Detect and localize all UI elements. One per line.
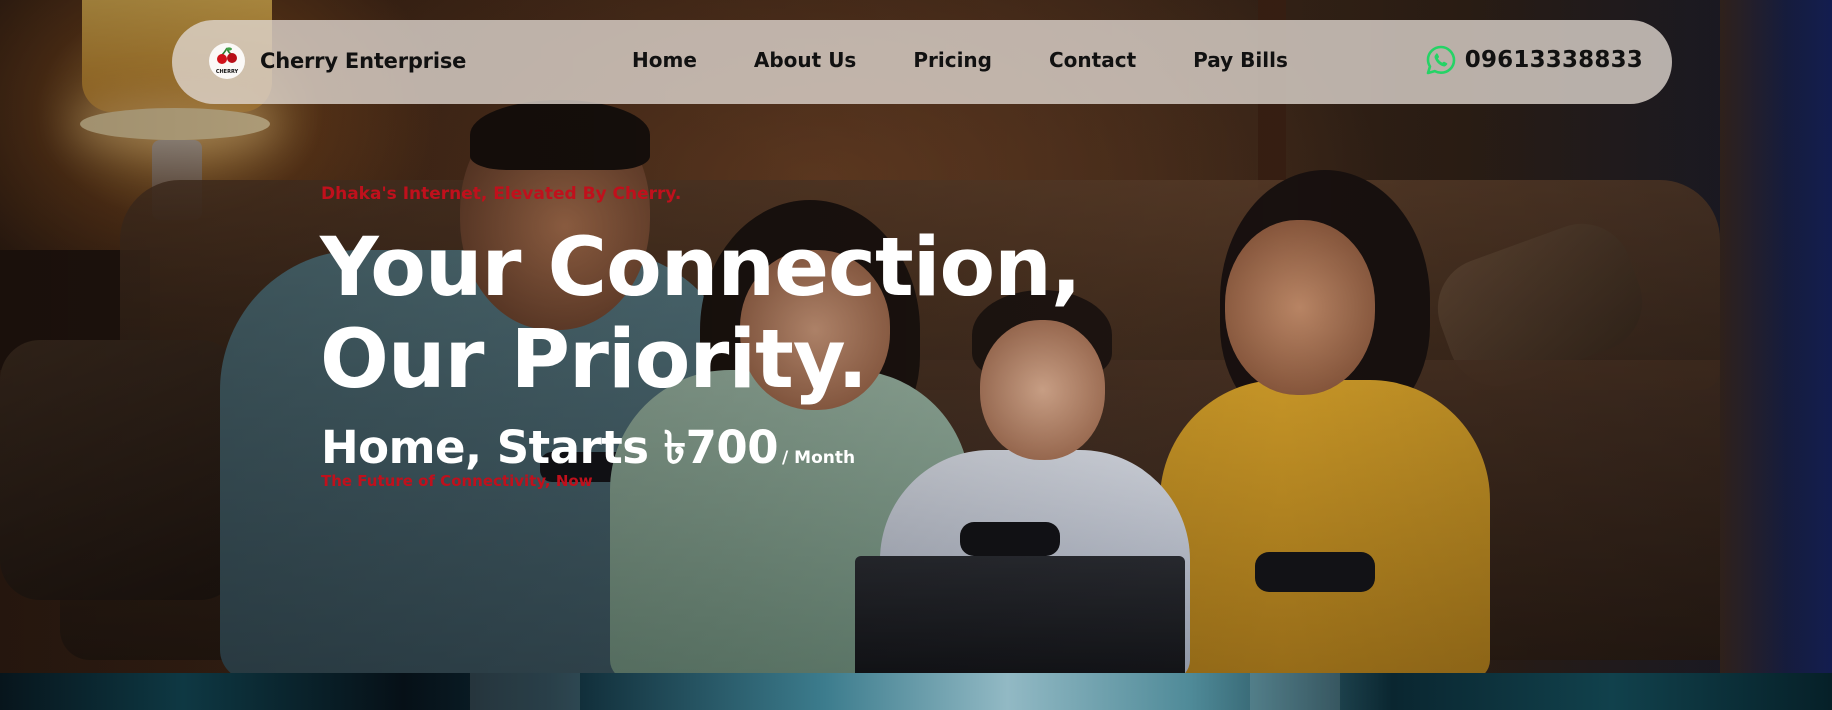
- glass-panel: [470, 673, 580, 710]
- glass-panel: [1250, 673, 1340, 710]
- logo-text: CHERRY: [216, 69, 239, 75]
- nav-link-pricing[interactable]: Pricing: [913, 48, 992, 72]
- cherry-logo: CHERRY: [209, 43, 245, 79]
- phone-number: 09613338833: [1464, 47, 1643, 73]
- hero-tagline: Dhaka's Internet, Elevated By Cherry.: [321, 184, 682, 204]
- hero-headline-line1: Your Connection,: [320, 221, 1082, 315]
- brand-link[interactable]: CHERRY Cherry Enterprise: [208, 42, 466, 80]
- nav-link-about-us[interactable]: About Us: [754, 48, 856, 72]
- brand-name: Cherry Enterprise: [260, 49, 467, 73]
- whatsapp-icon: [1426, 45, 1456, 75]
- nav-link-contact[interactable]: Contact: [1049, 48, 1136, 72]
- next-section-image: [0, 673, 1832, 710]
- hero-subline: The Future of Connectivity, Now: [321, 472, 593, 490]
- hero-headline-line2: Our Priority.: [320, 313, 868, 407]
- price-suffix: / Month: [782, 448, 856, 468]
- nav-link-pay-bills[interactable]: Pay Bills: [1193, 48, 1288, 72]
- phone-contact-link[interactable]: 09613338833: [1425, 44, 1643, 76]
- navbar: CHERRY Cherry Enterprise Home About Us P…: [172, 20, 1672, 104]
- nav-link-home[interactable]: Home: [632, 48, 697, 72]
- nav-links: Home About Us Pricing Contact Pay Bills: [632, 48, 1288, 72]
- hero-headline: Your Connection, Our Priority.: [320, 222, 1180, 406]
